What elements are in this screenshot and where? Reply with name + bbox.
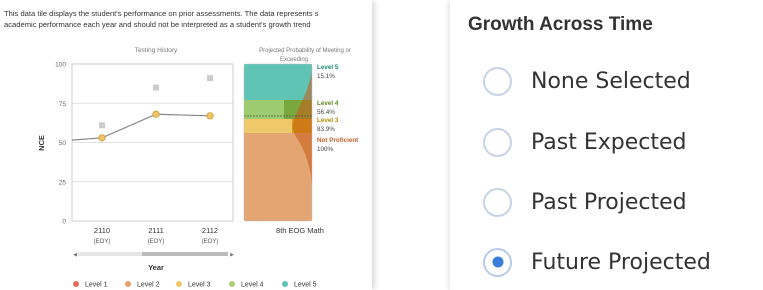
projection-title-line2: Exceeding	[280, 57, 308, 63]
legend-item-label: Level 2	[137, 282, 160, 289]
projection-level-probability: 100%	[317, 146, 334, 153]
cut-marker	[99, 122, 105, 129]
projection-title-line1: Projected Probability of Meeting or	[259, 48, 351, 54]
x-tick-label: 2112	[202, 226, 218, 235]
legend-swatch	[125, 281, 131, 287]
radio-button-icon[interactable]	[483, 66, 512, 96]
x-tick-sublabel: (EOY)	[202, 239, 219, 245]
legend-swatch	[176, 281, 182, 287]
chart-area: Testing History 0 25 50 75 100 NCE 2110 (EOY) 211…	[37, 47, 359, 289]
projection-level-name: Level 4	[317, 100, 339, 107]
student-score-point	[152, 110, 160, 118]
radio-button-icon[interactable]	[483, 247, 512, 277]
student-score-point	[206, 112, 214, 120]
projection-level-probability: 15.1%	[317, 73, 335, 80]
y-tick-label: 75	[59, 101, 67, 108]
y-tick-label: 50	[59, 140, 67, 147]
radio-future-projected[interactable]: Future Projected	[483, 244, 711, 280]
radio-button-icon[interactable]	[483, 127, 512, 157]
scroll-left-arrow-icon: ◀	[73, 252, 77, 258]
radio-label: Past Projected	[531, 189, 687, 215]
legend-swatch	[282, 281, 288, 287]
x-tick-sublabel: (EOY)	[148, 239, 165, 245]
projection-band	[244, 64, 312, 100]
growth-across-time-panel: Growth Across Time None Selected Past Ex…	[450, 0, 763, 290]
y-axis-label: NCE	[37, 135, 46, 151]
radio-past-expected[interactable]: Past Expected	[483, 124, 686, 160]
legend-item-label: Level 1	[85, 282, 108, 289]
cut-marker	[153, 84, 159, 91]
y-tick-label: 25	[59, 179, 67, 186]
legend-swatch	[229, 281, 235, 287]
projection-level-name: Not Proficient	[317, 137, 359, 144]
scroll-right-arrow-icon: ▶	[230, 252, 234, 258]
projection-level-name: Level 3	[317, 117, 339, 124]
legend-item-label: Level 4	[241, 282, 264, 289]
growth-title: Growth Across Time	[468, 14, 653, 35]
projection-level-name: Level 5	[317, 64, 339, 71]
projection-level-probability: 83.9%	[317, 126, 335, 133]
projection-x-label: 8th EOG Math	[276, 226, 324, 235]
cut-marker	[207, 75, 213, 82]
x-tick-label: 2110	[94, 226, 110, 235]
x-axis-label: Year	[148, 263, 164, 272]
x-tick-sublabel: (EOY)	[94, 239, 111, 245]
student-score-line	[71, 113, 211, 141]
legend-item-label: Level 3	[188, 282, 211, 289]
radio-past-projected[interactable]: Past Projected	[483, 184, 687, 220]
student-data-tile: This data tile displays the student's pe…	[0, 0, 372, 290]
scrollbar-thumb[interactable]	[142, 252, 228, 256]
x-tick-label: 2111	[148, 226, 164, 235]
chart-title: Testing History	[135, 47, 178, 54]
y-tick-label: 100	[55, 62, 66, 69]
student-score-point	[98, 134, 106, 142]
radio-button-icon[interactable]	[483, 187, 512, 217]
radio-none-selected[interactable]: None Selected	[483, 63, 691, 99]
radio-label: None Selected	[531, 68, 691, 94]
radio-label: Past Expected	[531, 129, 687, 155]
projection-level-probability: 56.4%	[317, 109, 335, 116]
legend-swatch	[73, 281, 79, 287]
y-tick-label: 0	[62, 219, 66, 226]
radio-label: Future Projected	[531, 249, 711, 275]
legend-item-label: Level 5	[294, 282, 317, 289]
